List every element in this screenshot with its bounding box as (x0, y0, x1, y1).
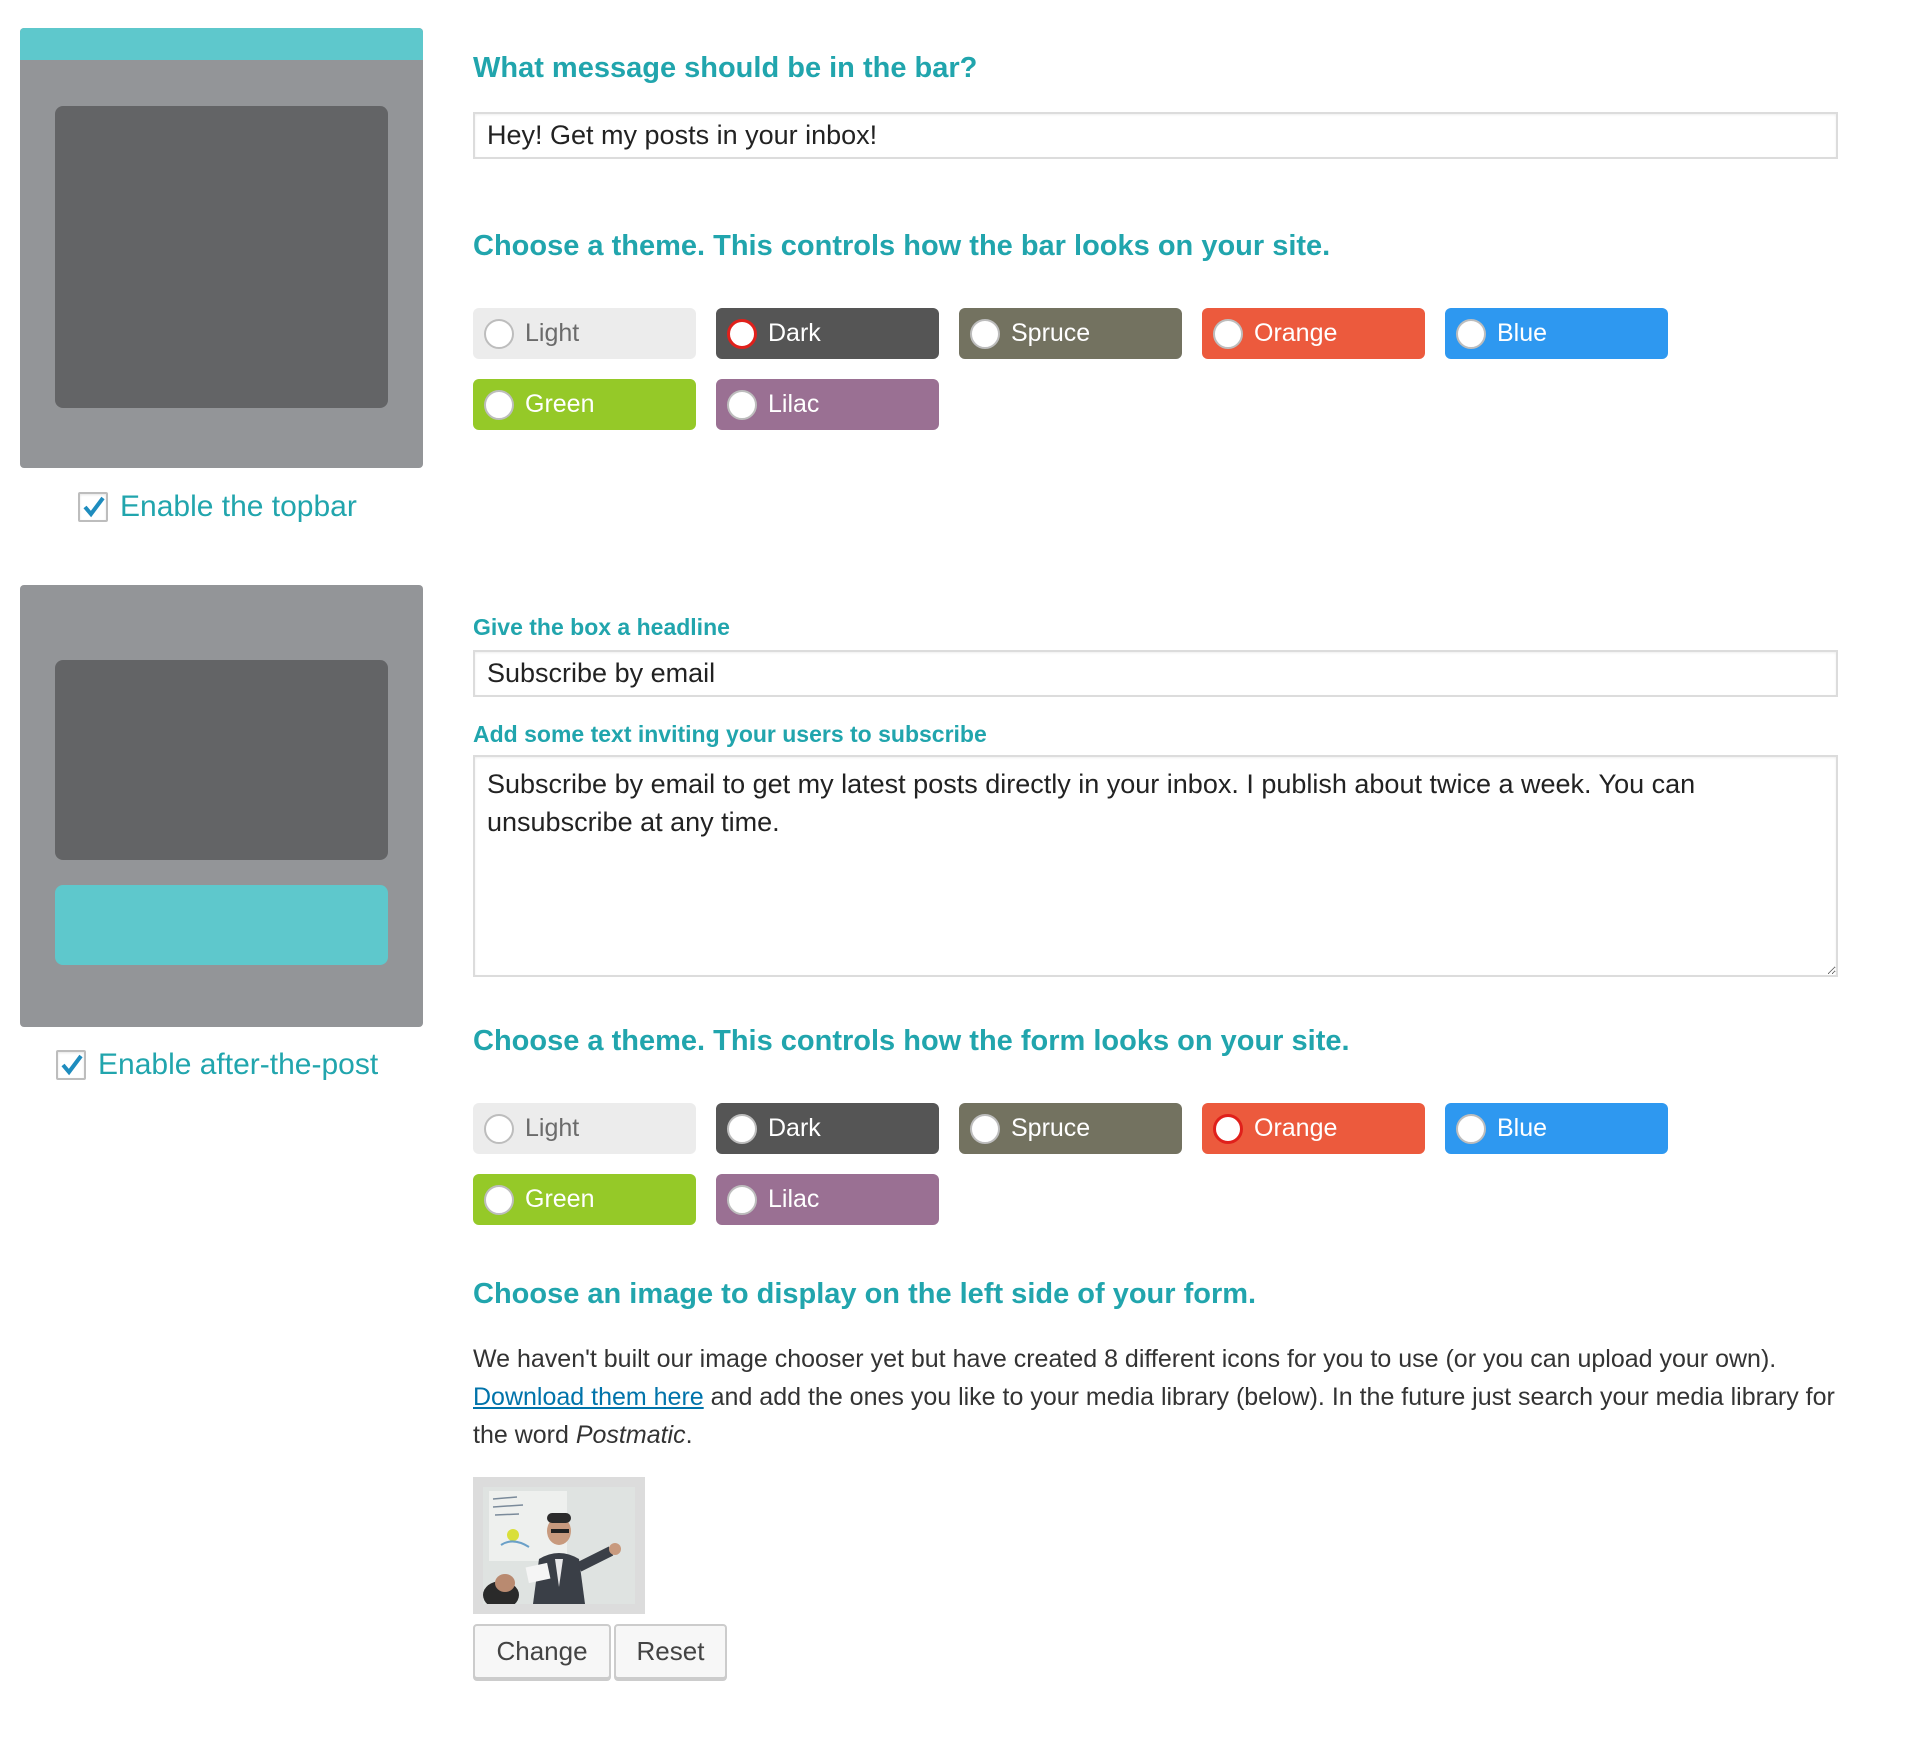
description-emphasis: Postmatic (575, 1421, 686, 1449)
theme-radio-button[interactable] (970, 1113, 1000, 1144)
theme-radio-button[interactable] (727, 1113, 757, 1144)
theme-radio-button[interactable] (727, 389, 757, 420)
selected-image-thumbnail[interactable] (473, 1477, 645, 1614)
theme-option-label: Lilac (768, 390, 820, 418)
theme-option-orange[interactable]: Orange (1202, 1103, 1425, 1154)
change-image-button[interactable]: Change (473, 1624, 611, 1679)
theme-option-lilac[interactable]: Lilac (716, 1174, 939, 1225)
theme-option-label: Dark (768, 1114, 821, 1142)
enable-after-post-toggle[interactable]: Enable after-the-post (56, 1048, 378, 1082)
theme-radio-button[interactable] (484, 1113, 514, 1144)
theme-option-label: Blue (1497, 1114, 1548, 1142)
theme-option-light[interactable]: Light (473, 1103, 696, 1154)
topbar-message-input[interactable] (473, 112, 1838, 159)
after-post-theme-heading: Choose a theme. This controls how the fo… (473, 1025, 1350, 1057)
theme-option-label: Green (525, 1185, 595, 1213)
theme-option-lilac[interactable]: Lilac (716, 379, 939, 430)
theme-option-label: Orange (1254, 319, 1338, 347)
presenter-photo-image (483, 1487, 635, 1604)
theme-option-label: Spruce (1011, 1114, 1091, 1142)
theme-option-blue[interactable]: Blue (1445, 308, 1668, 359)
theme-option-label: Lilac (768, 1185, 820, 1213)
enable-topbar-toggle[interactable]: Enable the topbar (78, 490, 357, 524)
theme-radio-button[interactable] (484, 389, 514, 420)
theme-option-dark[interactable]: Dark (716, 1103, 939, 1154)
preview-form-block (55, 660, 388, 860)
theme-option-orange[interactable]: Orange (1202, 308, 1425, 359)
theme-radio-button[interactable] (484, 318, 514, 349)
preview-content-block (55, 106, 388, 408)
theme-option-green[interactable]: Green (473, 379, 696, 430)
reset-image-button[interactable]: Reset (614, 1624, 727, 1679)
invite-text-area[interactable]: Subscribe by email to get my latest post… (473, 755, 1838, 977)
image-section-description: We haven't built our image chooser yet b… (473, 1340, 1853, 1454)
preview-topbar-strip (20, 28, 423, 60)
topbar-preview-illustration (20, 28, 423, 468)
theme-option-label: Light (525, 319, 580, 347)
topbar-theme-selector: Light Dark Spruce Orange Blue Green Lilac (473, 308, 1683, 433)
download-icons-link[interactable]: Download them here (473, 1383, 704, 1411)
theme-option-label: Light (525, 1114, 580, 1142)
checkmark-icon (83, 496, 105, 518)
checkmark-icon (61, 1054, 83, 1076)
theme-option-blue[interactable]: Blue (1445, 1103, 1668, 1154)
theme-option-spruce[interactable]: Spruce (959, 1103, 1182, 1154)
enable-topbar-checkbox[interactable] (78, 492, 108, 522)
topbar-message-heading: What message should be in the bar? (473, 52, 978, 84)
theme-radio-button[interactable] (1213, 318, 1243, 349)
theme-radio-button[interactable] (484, 1184, 514, 1215)
theme-option-label: Green (525, 390, 595, 418)
theme-radio-button[interactable] (970, 318, 1000, 349)
description-text: We haven't built our image chooser yet b… (473, 1345, 1777, 1373)
theme-radio-button[interactable] (727, 1184, 757, 1215)
after-post-preview-illustration (20, 585, 423, 1027)
enable-after-post-label: Enable after-the-post (98, 1048, 379, 1081)
theme-radio-button[interactable] (1456, 318, 1486, 349)
headline-input[interactable] (473, 650, 1838, 697)
theme-option-label: Dark (768, 319, 821, 347)
theme-option-label: Blue (1497, 319, 1548, 347)
theme-option-spruce[interactable]: Spruce (959, 308, 1182, 359)
settings-page: Enable the topbar What message should be… (0, 0, 1924, 1750)
preview-subscribe-button (55, 885, 388, 965)
after-post-theme-selector: Light Dark Spruce Orange Blue Green Lilac (473, 1103, 1683, 1228)
theme-option-label: Spruce (1011, 319, 1091, 347)
theme-option-dark[interactable]: Dark (716, 308, 939, 359)
headline-field-label: Give the box a headline (473, 614, 730, 640)
theme-option-light[interactable]: Light (473, 308, 696, 359)
theme-option-label: Orange (1254, 1114, 1338, 1142)
enable-topbar-label: Enable the topbar (120, 490, 357, 523)
enable-after-post-checkbox[interactable] (56, 1050, 86, 1080)
theme-radio-button[interactable] (1213, 1113, 1243, 1144)
topbar-theme-heading: Choose a theme. This controls how the ba… (473, 230, 1331, 262)
theme-radio-button[interactable] (727, 318, 757, 349)
theme-radio-button[interactable] (1456, 1113, 1486, 1144)
invite-text-field-label: Add some text inviting your users to sub… (473, 721, 987, 747)
image-section-heading: Choose an image to display on the left s… (473, 1278, 1257, 1310)
theme-option-green[interactable]: Green (473, 1174, 696, 1225)
description-text: . (685, 1421, 693, 1449)
